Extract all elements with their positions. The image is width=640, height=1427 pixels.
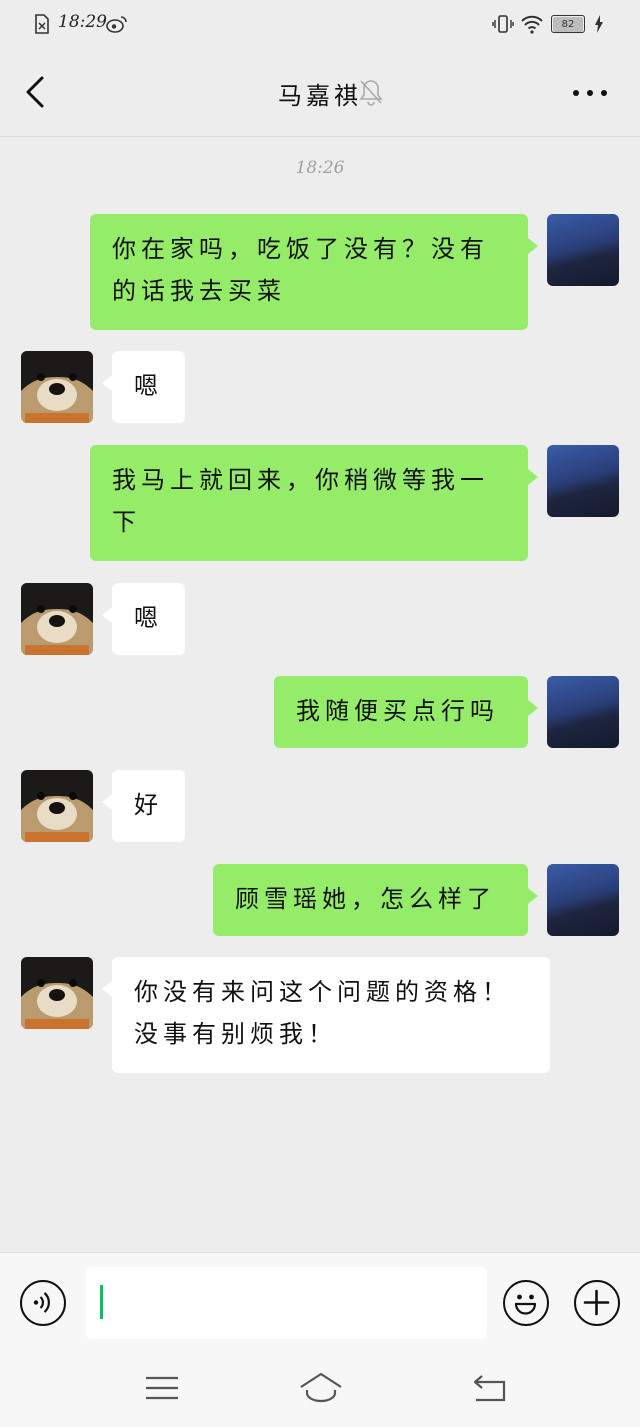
- my-avatar[interactable]: [547, 214, 619, 286]
- input-bar: [0, 1252, 640, 1353]
- message-bubble-sent[interactable]: 我随便买点行吗: [274, 676, 538, 748]
- message-text: 我马上就回来，你稍微等我一下: [112, 466, 489, 536]
- chat-title: 马嘉祺: [278, 82, 362, 110]
- weibo-icon: [106, 16, 127, 33]
- dog-avatar-image: [21, 957, 93, 1029]
- message-text: 好: [134, 791, 163, 819]
- message-text: 嗯: [134, 372, 163, 400]
- system-navigation-bar: [0, 1352, 640, 1427]
- my-avatar[interactable]: [547, 864, 619, 936]
- emoji-icon: [514, 1294, 537, 1315]
- dog-avatar-image: [21, 583, 93, 655]
- home-icon[interactable]: [298, 1370, 344, 1406]
- message-bubble-received[interactable]: 嗯: [102, 583, 185, 655]
- voice-button[interactable]: [20, 1280, 66, 1326]
- contact-avatar[interactable]: [21, 583, 93, 655]
- message-bubble-sent[interactable]: 我马上就回来，你稍微等我一下: [90, 445, 538, 561]
- message-input[interactable]: [86, 1267, 487, 1339]
- chat-timestamp: 18:26: [295, 158, 345, 178]
- my-avatar[interactable]: [547, 676, 619, 748]
- message-bubble-sent[interactable]: 顾雪瑶她，怎么样了: [213, 864, 538, 936]
- mute-bell-icon: [359, 80, 383, 106]
- message-text: 嗯: [134, 604, 163, 632]
- emoji-button[interactable]: [503, 1280, 549, 1326]
- text-caret: [100, 1285, 103, 1319]
- status-time: 18:29: [58, 12, 107, 32]
- battery-level: 82: [553, 17, 583, 32]
- my-avatar[interactable]: [547, 445, 619, 517]
- status-bar: 18:29 82: [0, 0, 640, 48]
- sim-card-icon: [35, 14, 49, 34]
- message-bubble-received[interactable]: 你没有来问这个问题的资格！没事有别烦我！: [102, 957, 550, 1073]
- dog-avatar-image: [21, 770, 93, 842]
- message-bubble-sent[interactable]: 你在家吗，吃饭了没有？没有的话我去买菜: [90, 214, 538, 330]
- contact-avatar[interactable]: [21, 351, 93, 423]
- message-text: 顾雪瑶她，怎么样了: [235, 885, 496, 913]
- contact-avatar[interactable]: [21, 770, 93, 842]
- message-text: 我随便买点行吗: [296, 697, 499, 725]
- message-bubble-received[interactable]: 嗯: [102, 351, 185, 423]
- chat-header: 马嘉祺: [0, 48, 640, 137]
- more-dots-icon[interactable]: [568, 78, 612, 108]
- plus-icon: [583, 1289, 610, 1316]
- message-bubble-received[interactable]: 好: [102, 770, 185, 842]
- more-functions-button[interactable]: [574, 1280, 620, 1326]
- contact-avatar[interactable]: [21, 957, 93, 1029]
- menu-icon[interactable]: [142, 1370, 182, 1406]
- battery-icon: 82: [551, 15, 585, 33]
- wifi-icon: [521, 15, 543, 34]
- voice-icon: [33, 1292, 50, 1313]
- message-text: 你没有来问这个问题的资格！没事有别烦我！: [134, 978, 511, 1048]
- vibrate-icon: [492, 15, 514, 33]
- back-icon[interactable]: [470, 1370, 510, 1406]
- dog-avatar-image: [21, 351, 93, 423]
- message-text: 你在家吗，吃饭了没有？没有的话我去买菜: [112, 235, 489, 305]
- charging-icon: [595, 15, 603, 33]
